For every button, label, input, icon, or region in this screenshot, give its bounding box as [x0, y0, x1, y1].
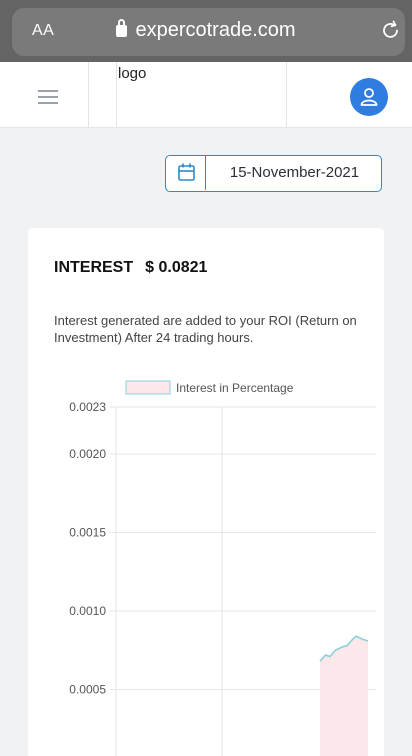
url-text: expercotrade.com [135, 19, 296, 41]
lock-icon [116, 19, 128, 37]
header-divider [286, 62, 287, 128]
y-tick-label: 0.0010 [69, 604, 106, 618]
date-picker[interactable]: 15-November-2021 [165, 155, 382, 192]
y-tick-label: 0.0023 [69, 400, 106, 414]
screen: AA expercotrade.com logo 15-November-202… [0, 0, 412, 756]
date-value: 15-November-2021 [229, 164, 360, 181]
hamburger-menu-icon[interactable] [38, 90, 58, 104]
header-divider [116, 62, 117, 128]
app-header: logo [0, 62, 412, 128]
legend-swatch [125, 380, 171, 395]
legend-label: Interest in Percentage [176, 381, 294, 395]
user-icon [360, 88, 378, 106]
browser-address-bar: AA expercotrade.com [0, 0, 412, 62]
url-display[interactable]: expercotrade.com [0, 19, 412, 42]
reload-icon[interactable] [380, 18, 402, 40]
interest-card: INTEREST $ 0.0821 Interest generated are … [28, 228, 384, 756]
y-tick-label: 0.0005 [69, 683, 106, 697]
series-area [320, 636, 368, 756]
y-tick-label: 0.0020 [69, 447, 106, 461]
calendar-icon [178, 163, 195, 181]
header-divider [88, 62, 89, 128]
user-profile-button[interactable] [350, 78, 388, 116]
calendar-button[interactable] [166, 156, 206, 190]
y-tick-label: 0.0015 [69, 526, 106, 540]
interest-chart: 0.0023 0.0020 0.0015 0.0010 0.0005 Interest i… [69, 380, 376, 756]
logo[interactable]: logo [118, 65, 146, 82]
